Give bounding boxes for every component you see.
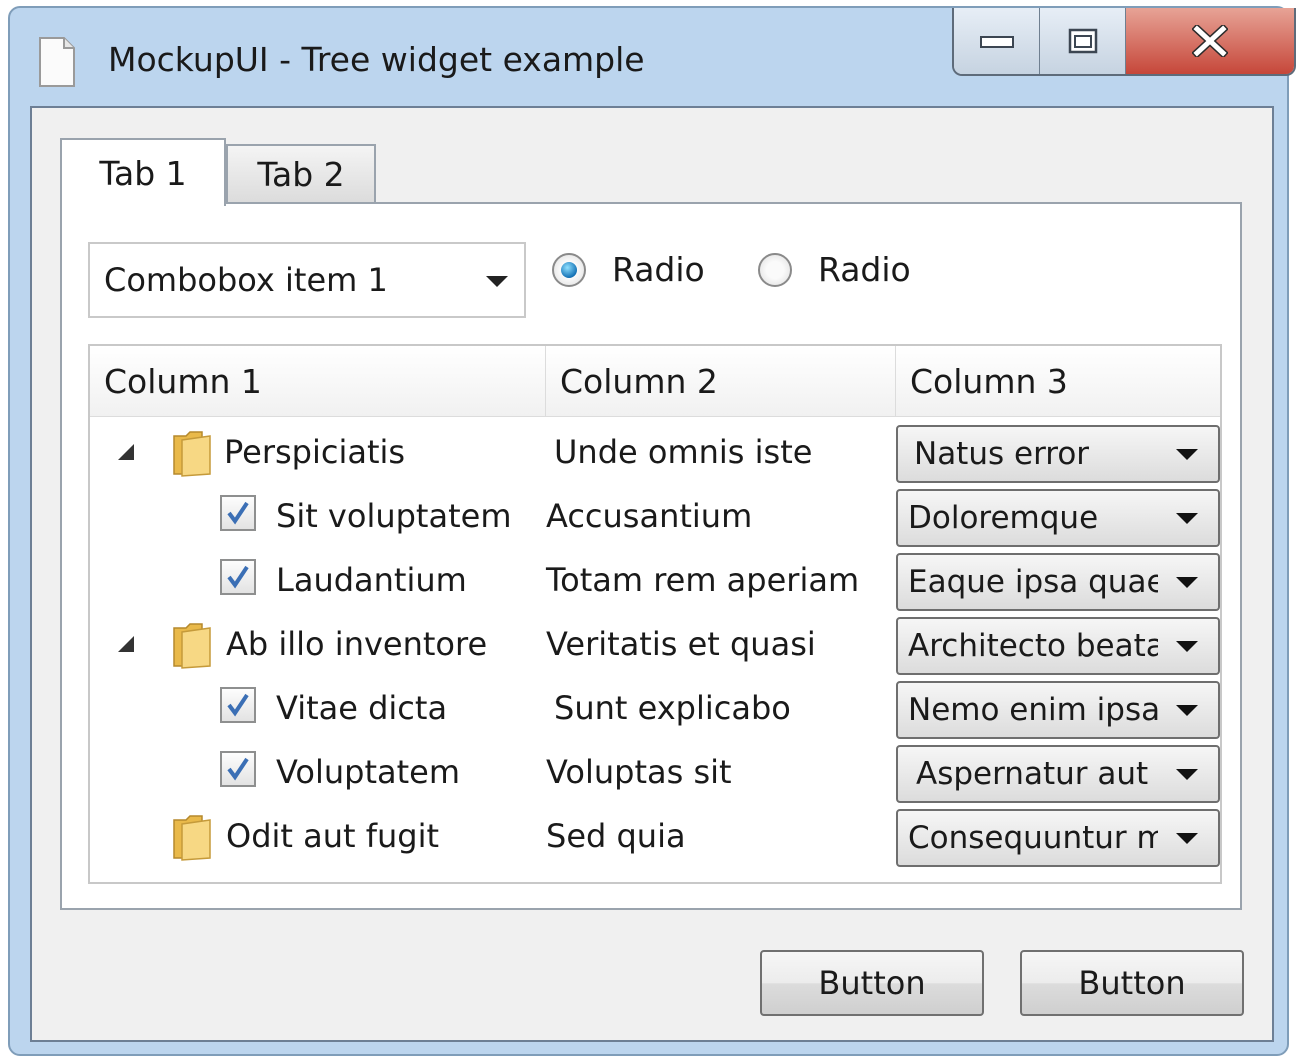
minimize-button[interactable] <box>954 8 1040 74</box>
cell-combobox-value: Aspernatur aut <box>916 756 1149 792</box>
cell-col1: Perspiciatis <box>224 433 406 471</box>
expander-icon[interactable] <box>118 636 134 652</box>
cell-combobox[interactable]: Eaque ipsa quae <box>896 553 1220 611</box>
check-icon <box>227 565 249 589</box>
close-button[interactable] <box>1126 8 1294 74</box>
folder-icon <box>173 623 211 669</box>
cell-col2: Totam rem aperiam <box>546 561 860 599</box>
radio-option-1[interactable]: Radio <box>552 250 705 289</box>
folder-icon <box>173 815 211 861</box>
caption-buttons <box>952 8 1296 76</box>
chevron-down-icon <box>1176 641 1198 652</box>
column-header-3[interactable]: Column 3 <box>896 346 1220 416</box>
tree-widget[interactable]: Column 1 Column 2 Column 3 Perspiciatis … <box>88 344 1222 884</box>
tree-row[interactable]: Laudantium Totam rem aperiam Eaque ipsa … <box>90 548 1220 612</box>
tree-row[interactable]: Vitae dicta Sunt explicabo Nemo enim ips… <box>90 676 1220 740</box>
minimize-icon <box>979 36 1014 48</box>
chevron-down-icon <box>486 276 508 287</box>
button-2[interactable]: Button <box>1020 950 1244 1016</box>
tree-row[interactable]: Perspiciatis Unde omnis iste Natus error <box>90 420 1220 484</box>
cell-col1: Voluptatem <box>276 753 461 791</box>
checkbox[interactable] <box>220 495 256 531</box>
cell-combobox[interactable]: Nemo enim ipsam <box>896 681 1220 739</box>
cell-combobox-value: Doloremque <box>908 500 1099 536</box>
tree-header: Column 1 Column 2 Column 3 <box>90 346 1220 417</box>
cell-combobox-value: Eaque ipsa quae <box>908 564 1158 600</box>
client-area: Tab 1 Tab 2 Combobox item 1 Radio Radio … <box>30 106 1274 1042</box>
chevron-down-icon <box>1176 513 1198 524</box>
cell-combobox[interactable]: Doloremque <box>896 489 1220 547</box>
radio-unselected-icon <box>758 252 792 287</box>
folder-icon <box>173 431 211 477</box>
cell-combobox[interactable]: Natus error <box>896 425 1220 483</box>
cell-col1: Laudantium <box>276 561 467 599</box>
expander-icon[interactable] <box>118 444 134 460</box>
cell-col1: Sit voluptatem <box>276 497 512 535</box>
cell-col1: Vitae dicta <box>276 689 448 727</box>
tree-row[interactable]: Sit voluptatem Accusantium Doloremque <box>90 484 1220 548</box>
tree-row[interactable]: Ab illo inventore Veritatis et quasi Arc… <box>90 612 1220 676</box>
document-icon <box>39 37 75 87</box>
chevron-down-icon <box>1176 769 1198 780</box>
check-icon <box>227 693 249 717</box>
cell-combobox[interactable]: Aspernatur aut <box>896 745 1220 803</box>
cell-col1: Ab illo inventore <box>226 625 488 663</box>
cell-combobox-value: Nemo enim ipsam <box>908 692 1158 728</box>
check-icon <box>227 757 249 781</box>
checkbox[interactable] <box>220 559 256 595</box>
radio-option-2[interactable]: Radio <box>758 250 911 289</box>
maximize-button[interactable] <box>1040 8 1126 74</box>
cell-combobox-value: Architecto beatae <box>908 628 1158 664</box>
cell-col1: Odit aut fugit <box>226 817 440 855</box>
button-1[interactable]: Button <box>760 950 984 1016</box>
chevron-down-icon <box>1176 449 1198 460</box>
window-title: MockupUI - Tree widget example <box>108 40 645 79</box>
column-header-2[interactable]: Column 2 <box>546 346 896 416</box>
column-header-1[interactable]: Column 1 <box>90 346 546 416</box>
cell-col2: Sed quia <box>546 817 686 855</box>
tab-panel: Combobox item 1 Radio Radio Column 1 Col… <box>60 202 1242 910</box>
cell-combobox[interactable]: Consequuntur magni <box>896 809 1220 867</box>
maximize-icon <box>1068 28 1097 54</box>
chevron-down-icon <box>1176 833 1198 844</box>
tab-2[interactable]: Tab 2 <box>226 144 376 204</box>
check-icon <box>227 501 249 525</box>
combobox[interactable]: Combobox item 1 <box>88 242 526 318</box>
close-icon <box>1192 25 1228 57</box>
radio-selected-icon <box>552 252 586 287</box>
tree-row[interactable]: Voluptatem Voluptas sit Aspernatur aut <box>90 740 1220 804</box>
cell-col2: Veritatis et quasi <box>546 625 816 663</box>
cell-col2: Accusantium <box>546 497 753 535</box>
tree-row[interactable]: Odit aut fugit Sed quia Consequuntur mag… <box>90 804 1220 868</box>
tab-1[interactable]: Tab 1 <box>60 138 226 206</box>
combobox-value: Combobox item 1 <box>104 261 388 299</box>
checkbox[interactable] <box>220 687 256 723</box>
radio-label: Radio <box>818 250 911 289</box>
chevron-down-icon <box>1176 705 1198 716</box>
chevron-down-icon <box>1176 577 1198 588</box>
cell-combobox[interactable]: Architecto beatae <box>896 617 1220 675</box>
cell-col2: Unde omnis iste <box>554 433 813 471</box>
app-window: MockupUI - Tree widget example Tab 1 Tab… <box>8 6 1296 1056</box>
cell-col2: Voluptas sit <box>546 753 732 791</box>
cell-combobox-value: Consequuntur magni <box>908 820 1158 856</box>
cell-combobox-value: Natus error <box>914 436 1090 472</box>
radio-label: Radio <box>612 250 705 289</box>
checkbox[interactable] <box>220 751 256 787</box>
cell-col2: Sunt explicabo <box>554 689 791 727</box>
